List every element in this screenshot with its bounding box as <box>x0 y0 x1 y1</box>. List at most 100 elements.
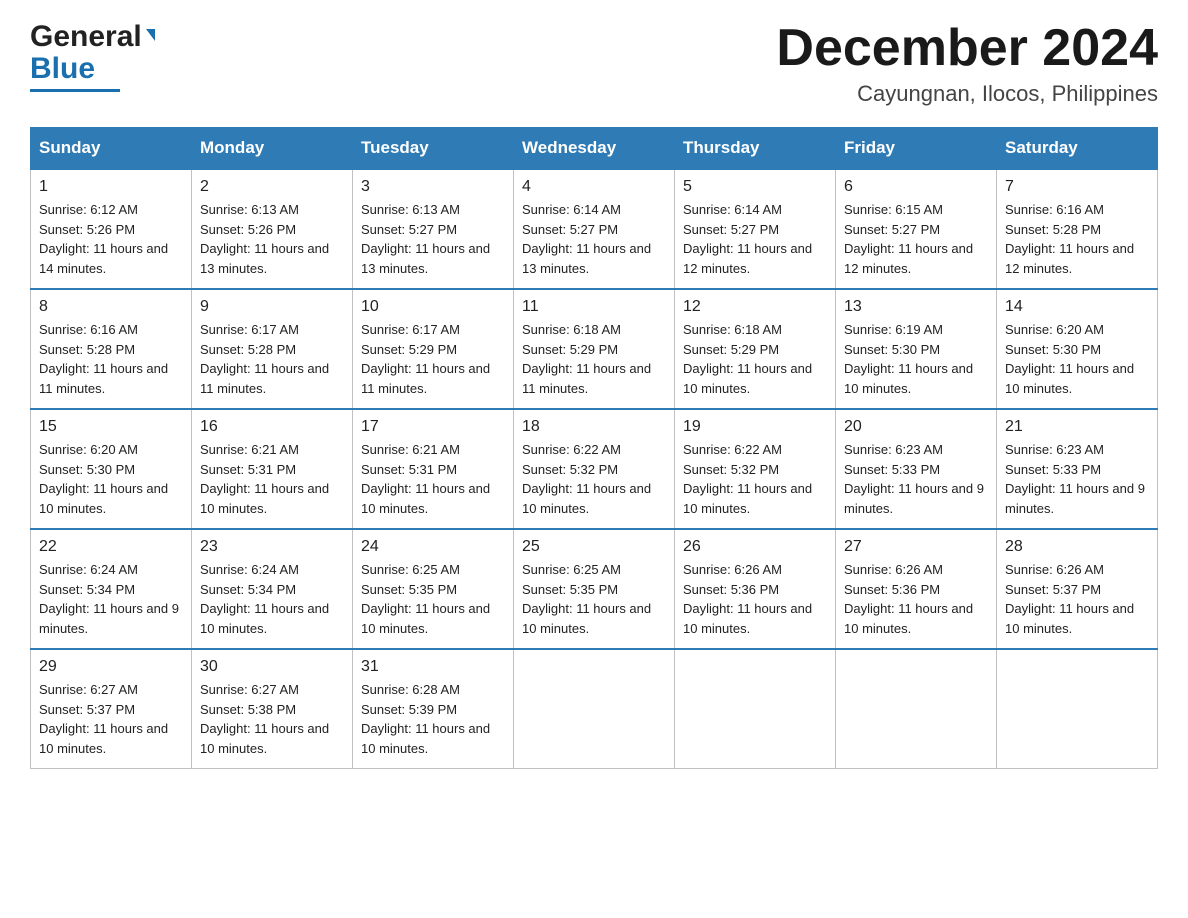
day-number: 4 <box>522 178 666 196</box>
col-friday: Friday <box>836 128 997 170</box>
day-info: Sunrise: 6:15 AM Sunset: 5:27 PM Dayligh… <box>844 200 988 278</box>
day-info: Sunrise: 6:25 AM Sunset: 5:35 PM Dayligh… <box>522 560 666 638</box>
day-number: 24 <box>361 538 505 556</box>
calendar-cell: 31 Sunrise: 6:28 AM Sunset: 5:39 PM Dayl… <box>353 649 514 769</box>
day-number: 8 <box>39 298 183 316</box>
calendar-cell: 22 Sunrise: 6:24 AM Sunset: 5:34 PM Dayl… <box>31 529 192 649</box>
day-number: 30 <box>200 658 344 676</box>
day-info: Sunrise: 6:26 AM Sunset: 5:36 PM Dayligh… <box>683 560 827 638</box>
calendar-table: Sunday Monday Tuesday Wednesday Thursday… <box>30 127 1158 769</box>
calendar-cell: 27 Sunrise: 6:26 AM Sunset: 5:36 PM Dayl… <box>836 529 997 649</box>
day-number: 20 <box>844 418 988 436</box>
calendar-cell: 6 Sunrise: 6:15 AM Sunset: 5:27 PM Dayli… <box>836 169 997 289</box>
calendar-cell: 25 Sunrise: 6:25 AM Sunset: 5:35 PM Dayl… <box>514 529 675 649</box>
calendar-header: Sunday Monday Tuesday Wednesday Thursday… <box>31 128 1158 170</box>
day-info: Sunrise: 6:14 AM Sunset: 5:27 PM Dayligh… <box>522 200 666 278</box>
day-number: 23 <box>200 538 344 556</box>
day-number: 6 <box>844 178 988 196</box>
day-number: 26 <box>683 538 827 556</box>
calendar-cell: 18 Sunrise: 6:22 AM Sunset: 5:32 PM Dayl… <box>514 409 675 529</box>
day-info: Sunrise: 6:23 AM Sunset: 5:33 PM Dayligh… <box>1005 440 1149 518</box>
day-number: 10 <box>361 298 505 316</box>
col-saturday: Saturday <box>997 128 1158 170</box>
week-row-5: 29 Sunrise: 6:27 AM Sunset: 5:37 PM Dayl… <box>31 649 1158 769</box>
week-row-4: 22 Sunrise: 6:24 AM Sunset: 5:34 PM Dayl… <box>31 529 1158 649</box>
day-number: 31 <box>361 658 505 676</box>
day-number: 2 <box>200 178 344 196</box>
week-row-1: 1 Sunrise: 6:12 AM Sunset: 5:26 PM Dayli… <box>31 169 1158 289</box>
day-info: Sunrise: 6:26 AM Sunset: 5:37 PM Dayligh… <box>1005 560 1149 638</box>
week-row-2: 8 Sunrise: 6:16 AM Sunset: 5:28 PM Dayli… <box>31 289 1158 409</box>
day-info: Sunrise: 6:27 AM Sunset: 5:37 PM Dayligh… <box>39 680 183 758</box>
calendar-cell: 24 Sunrise: 6:25 AM Sunset: 5:35 PM Dayl… <box>353 529 514 649</box>
col-monday: Monday <box>192 128 353 170</box>
calendar-cell: 21 Sunrise: 6:23 AM Sunset: 5:33 PM Dayl… <box>997 409 1158 529</box>
day-info: Sunrise: 6:14 AM Sunset: 5:27 PM Dayligh… <box>683 200 827 278</box>
calendar-cell: 8 Sunrise: 6:16 AM Sunset: 5:28 PM Dayli… <box>31 289 192 409</box>
day-info: Sunrise: 6:18 AM Sunset: 5:29 PM Dayligh… <box>522 320 666 398</box>
calendar-cell: 10 Sunrise: 6:17 AM Sunset: 5:29 PM Dayl… <box>353 289 514 409</box>
day-info: Sunrise: 6:12 AM Sunset: 5:26 PM Dayligh… <box>39 200 183 278</box>
calendar-cell: 17 Sunrise: 6:21 AM Sunset: 5:31 PM Dayl… <box>353 409 514 529</box>
day-number: 22 <box>39 538 183 556</box>
day-info: Sunrise: 6:16 AM Sunset: 5:28 PM Dayligh… <box>1005 200 1149 278</box>
day-info: Sunrise: 6:20 AM Sunset: 5:30 PM Dayligh… <box>1005 320 1149 398</box>
logo-underline <box>30 89 120 92</box>
day-info: Sunrise: 6:21 AM Sunset: 5:31 PM Dayligh… <box>361 440 505 518</box>
day-info: Sunrise: 6:23 AM Sunset: 5:33 PM Dayligh… <box>844 440 988 518</box>
calendar-cell: 26 Sunrise: 6:26 AM Sunset: 5:36 PM Dayl… <box>675 529 836 649</box>
day-info: Sunrise: 6:18 AM Sunset: 5:29 PM Dayligh… <box>683 320 827 398</box>
day-info: Sunrise: 6:20 AM Sunset: 5:30 PM Dayligh… <box>39 440 183 518</box>
day-number: 5 <box>683 178 827 196</box>
day-info: Sunrise: 6:24 AM Sunset: 5:34 PM Dayligh… <box>39 560 183 638</box>
day-number: 17 <box>361 418 505 436</box>
day-info: Sunrise: 6:24 AM Sunset: 5:34 PM Dayligh… <box>200 560 344 638</box>
calendar-cell: 7 Sunrise: 6:16 AM Sunset: 5:28 PM Dayli… <box>997 169 1158 289</box>
day-info: Sunrise: 6:17 AM Sunset: 5:29 PM Dayligh… <box>361 320 505 398</box>
col-sunday: Sunday <box>31 128 192 170</box>
day-info: Sunrise: 6:25 AM Sunset: 5:35 PM Dayligh… <box>361 560 505 638</box>
calendar-cell <box>514 649 675 769</box>
day-info: Sunrise: 6:21 AM Sunset: 5:31 PM Dayligh… <box>200 440 344 518</box>
calendar-cell: 9 Sunrise: 6:17 AM Sunset: 5:28 PM Dayli… <box>192 289 353 409</box>
col-thursday: Thursday <box>675 128 836 170</box>
day-number: 14 <box>1005 298 1149 316</box>
page-header: General Blue December 2024 Cayungnan, Il… <box>30 20 1158 107</box>
day-number: 7 <box>1005 178 1149 196</box>
calendar-cell <box>836 649 997 769</box>
day-info: Sunrise: 6:19 AM Sunset: 5:30 PM Dayligh… <box>844 320 988 398</box>
day-number: 12 <box>683 298 827 316</box>
day-number: 28 <box>1005 538 1149 556</box>
calendar-cell: 2 Sunrise: 6:13 AM Sunset: 5:26 PM Dayli… <box>192 169 353 289</box>
day-number: 1 <box>39 178 183 196</box>
calendar-cell: 29 Sunrise: 6:27 AM Sunset: 5:37 PM Dayl… <box>31 649 192 769</box>
logo-general-text: General <box>30 20 142 54</box>
day-info: Sunrise: 6:16 AM Sunset: 5:28 PM Dayligh… <box>39 320 183 398</box>
day-info: Sunrise: 6:22 AM Sunset: 5:32 PM Dayligh… <box>683 440 827 518</box>
col-wednesday: Wednesday <box>514 128 675 170</box>
day-info: Sunrise: 6:17 AM Sunset: 5:28 PM Dayligh… <box>200 320 344 398</box>
day-info: Sunrise: 6:28 AM Sunset: 5:39 PM Dayligh… <box>361 680 505 758</box>
calendar-cell: 1 Sunrise: 6:12 AM Sunset: 5:26 PM Dayli… <box>31 169 192 289</box>
day-info: Sunrise: 6:22 AM Sunset: 5:32 PM Dayligh… <box>522 440 666 518</box>
calendar-cell: 5 Sunrise: 6:14 AM Sunset: 5:27 PM Dayli… <box>675 169 836 289</box>
calendar-cell: 20 Sunrise: 6:23 AM Sunset: 5:33 PM Dayl… <box>836 409 997 529</box>
day-number: 11 <box>522 298 666 316</box>
day-number: 3 <box>361 178 505 196</box>
logo-triangle-icon <box>146 29 155 41</box>
calendar-cell: 23 Sunrise: 6:24 AM Sunset: 5:34 PM Dayl… <box>192 529 353 649</box>
day-info: Sunrise: 6:27 AM Sunset: 5:38 PM Dayligh… <box>200 680 344 758</box>
day-number: 15 <box>39 418 183 436</box>
day-number: 18 <box>522 418 666 436</box>
calendar-cell: 13 Sunrise: 6:19 AM Sunset: 5:30 PM Dayl… <box>836 289 997 409</box>
location: Cayungnan, Ilocos, Philippines <box>776 81 1158 107</box>
logo: General Blue <box>30 20 155 92</box>
day-number: 13 <box>844 298 988 316</box>
day-number: 25 <box>522 538 666 556</box>
col-tuesday: Tuesday <box>353 128 514 170</box>
calendar-cell: 11 Sunrise: 6:18 AM Sunset: 5:29 PM Dayl… <box>514 289 675 409</box>
week-row-3: 15 Sunrise: 6:20 AM Sunset: 5:30 PM Dayl… <box>31 409 1158 529</box>
day-number: 9 <box>200 298 344 316</box>
calendar-cell: 12 Sunrise: 6:18 AM Sunset: 5:29 PM Dayl… <box>675 289 836 409</box>
calendar-cell <box>675 649 836 769</box>
